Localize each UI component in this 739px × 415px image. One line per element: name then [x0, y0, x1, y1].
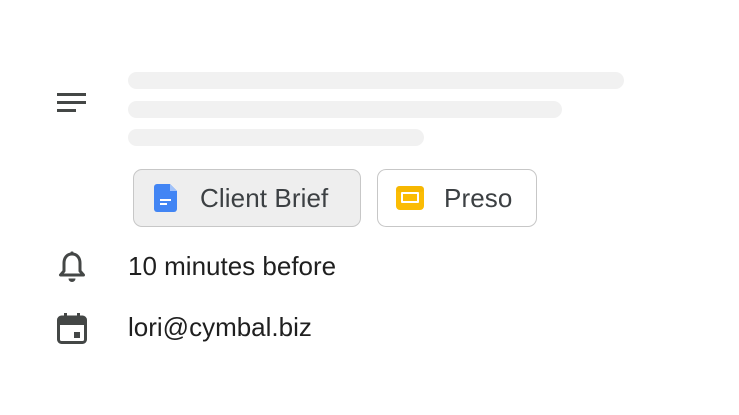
description-placeholder-line-3	[128, 129, 424, 146]
description-placeholder-line-1	[128, 72, 624, 89]
attachment-chip-client-brief[interactable]: Client Brief	[133, 169, 361, 227]
google-docs-icon	[154, 184, 177, 212]
google-slides-icon	[396, 186, 424, 210]
attachment-chip-label: Client Brief	[200, 182, 329, 213]
reminder-text[interactable]: 10 minutes before	[128, 251, 336, 282]
attachment-chip-label: Preso	[444, 182, 513, 213]
notes-icon	[57, 93, 86, 112]
attachment-chip-preso[interactable]: Preso	[377, 169, 537, 227]
calendar-icon	[57, 313, 87, 344]
bell-icon	[59, 251, 85, 282]
calendar-owner-text[interactable]: lori@cymbal.biz	[128, 312, 312, 343]
description-placeholder-line-2	[128, 101, 562, 118]
